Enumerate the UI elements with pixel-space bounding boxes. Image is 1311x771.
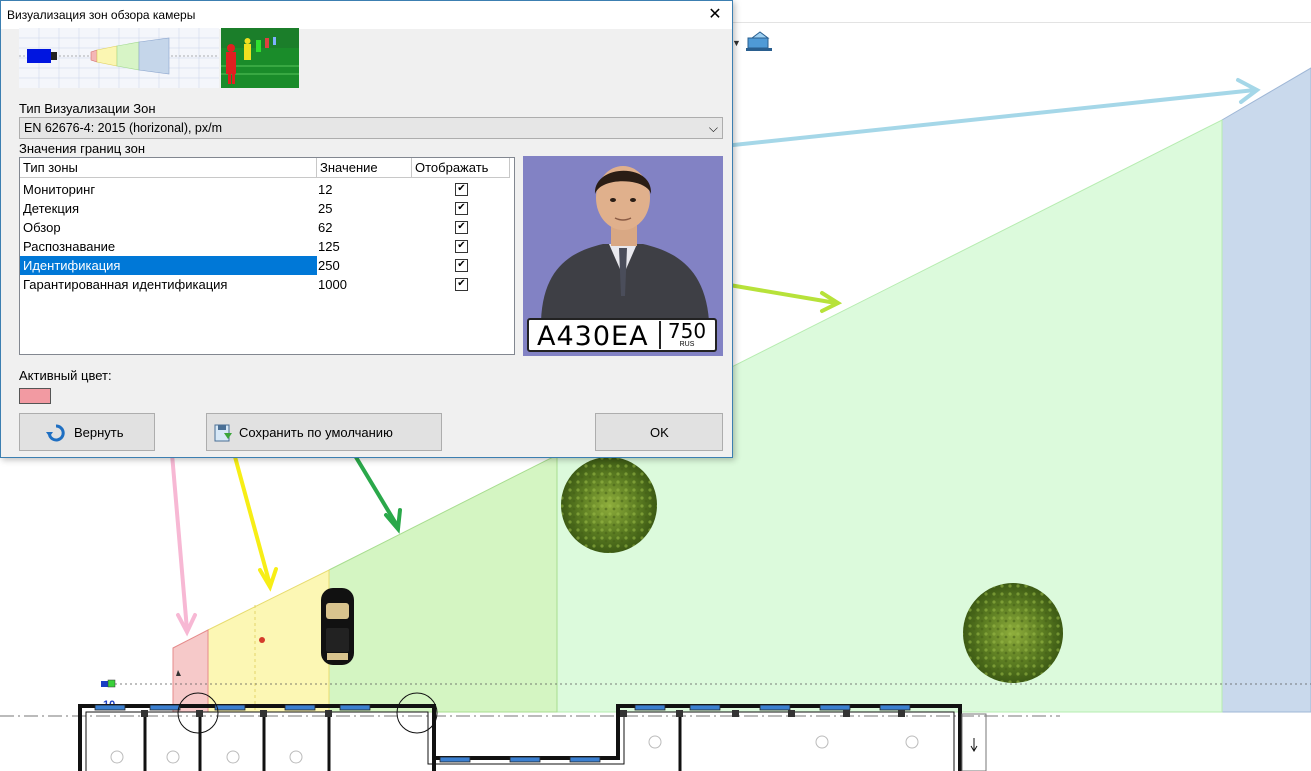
table-row[interactable]: Распознавание 125 ✔ <box>20 237 514 256</box>
zone-name-cell[interactable]: Распознавание <box>20 237 317 256</box>
tree-icon <box>963 583 1063 683</box>
zone-value-cell[interactable]: 62 <box>318 218 408 237</box>
plate-region: 750 RUS <box>659 321 713 349</box>
zone-value-cell[interactable]: 250 <box>318 256 408 275</box>
plate-number: А430ЕА <box>537 321 649 352</box>
revert-button-label: Вернуть <box>74 425 124 440</box>
zone-name-cell[interactable]: Обзор <box>20 218 317 237</box>
zone-bounds-label: Значения границ зон <box>19 141 145 156</box>
zone-value-cell[interactable]: 125 <box>318 237 408 256</box>
save-default-button-label: Сохранить по умолчанию <box>239 425 393 440</box>
zone-type-dropdown[interactable]: EN 62676-4: 2015 (horizonal), px/m ⌵ <box>19 117 723 139</box>
camera-tool-icon[interactable] <box>746 30 772 52</box>
camera-marker[interactable] <box>101 681 108 687</box>
zone-type-label: Тип Визуализации Зон <box>19 101 156 116</box>
close-button[interactable]: ✕ <box>698 1 732 29</box>
table-row-selected[interactable]: Идентификация 250 ✔ <box>20 256 514 275</box>
zone-name-cell[interactable]: Идентификация <box>20 256 317 275</box>
show-checkbox[interactable]: ✔ <box>455 240 468 253</box>
save-default-button[interactable]: Сохранить по умолчанию <box>206 413 442 451</box>
ok-button-label: OK <box>650 425 669 440</box>
column-header-show[interactable]: Отображать <box>412 158 510 178</box>
chevron-down-icon: ⌵ <box>708 121 718 135</box>
column-header-value[interactable]: Значение <box>317 158 412 178</box>
car-icon <box>321 588 354 665</box>
revert-button[interactable]: Вернуть <box>19 413 155 451</box>
zone-bounds-table[interactable]: Тип зоны Значение Отображать Мониторинг … <box>19 157 515 355</box>
observation-zone <box>328 454 558 713</box>
zone-name-cell[interactable]: Гарантированная идентификация <box>20 275 317 294</box>
show-checkbox[interactable]: ✔ <box>455 183 468 196</box>
show-checkbox[interactable]: ✔ <box>455 259 468 272</box>
ok-button[interactable]: OK <box>595 413 723 451</box>
monitoring-zone <box>1221 67 1311 713</box>
identification-sample-image: А430ЕА 750 RUS <box>523 156 723 356</box>
zone-value-cell[interactable]: 12 <box>318 180 408 199</box>
recognition-zone <box>207 569 330 713</box>
table-row[interactable]: Гарантированная идентификация 1000 ✔ <box>20 275 514 294</box>
dropdown-arrow-icon[interactable]: ▼ <box>732 38 741 48</box>
save-icon <box>214 424 232 442</box>
zone-value-cell[interactable]: 25 <box>318 199 408 218</box>
plate-region-code: 750 <box>667 319 707 343</box>
toolbar-separator <box>733 22 1311 23</box>
active-color-swatch[interactable] <box>19 388 51 404</box>
zone-type-value: EN 62676-4: 2015 (horizonal), px/m <box>24 121 223 135</box>
license-plate: А430ЕА 750 RUS <box>527 318 717 352</box>
tree-icon <box>561 457 657 553</box>
table-row[interactable]: Обзор 62 ✔ <box>20 218 514 237</box>
column-header-zone-type[interactable]: Тип зоны <box>20 158 317 178</box>
table-row[interactable]: Детекция 25 ✔ <box>20 199 514 218</box>
undo-icon <box>46 424 65 442</box>
zone-name-cell[interactable]: Детекция <box>20 199 317 218</box>
show-checkbox[interactable]: ✔ <box>455 221 468 234</box>
window-title: Визуализация зон обзора камеры <box>7 8 196 22</box>
zone-visualization-dialog: Визуализация зон обзора камеры ✕ Тип Виз… <box>0 0 733 458</box>
table-row[interactable]: Мониторинг 12 ✔ <box>20 180 514 199</box>
zone-value-cell[interactable]: 1000 <box>318 275 408 294</box>
show-checkbox[interactable]: ✔ <box>455 202 468 215</box>
show-checkbox[interactable]: ✔ <box>455 278 468 291</box>
zone-preview-image <box>19 28 299 88</box>
active-color-label: Активный цвет: <box>19 368 112 383</box>
title-bar[interactable]: Визуализация зон обзора камеры ✕ <box>1 1 732 29</box>
zone-name-cell[interactable]: Мониторинг <box>20 180 317 199</box>
